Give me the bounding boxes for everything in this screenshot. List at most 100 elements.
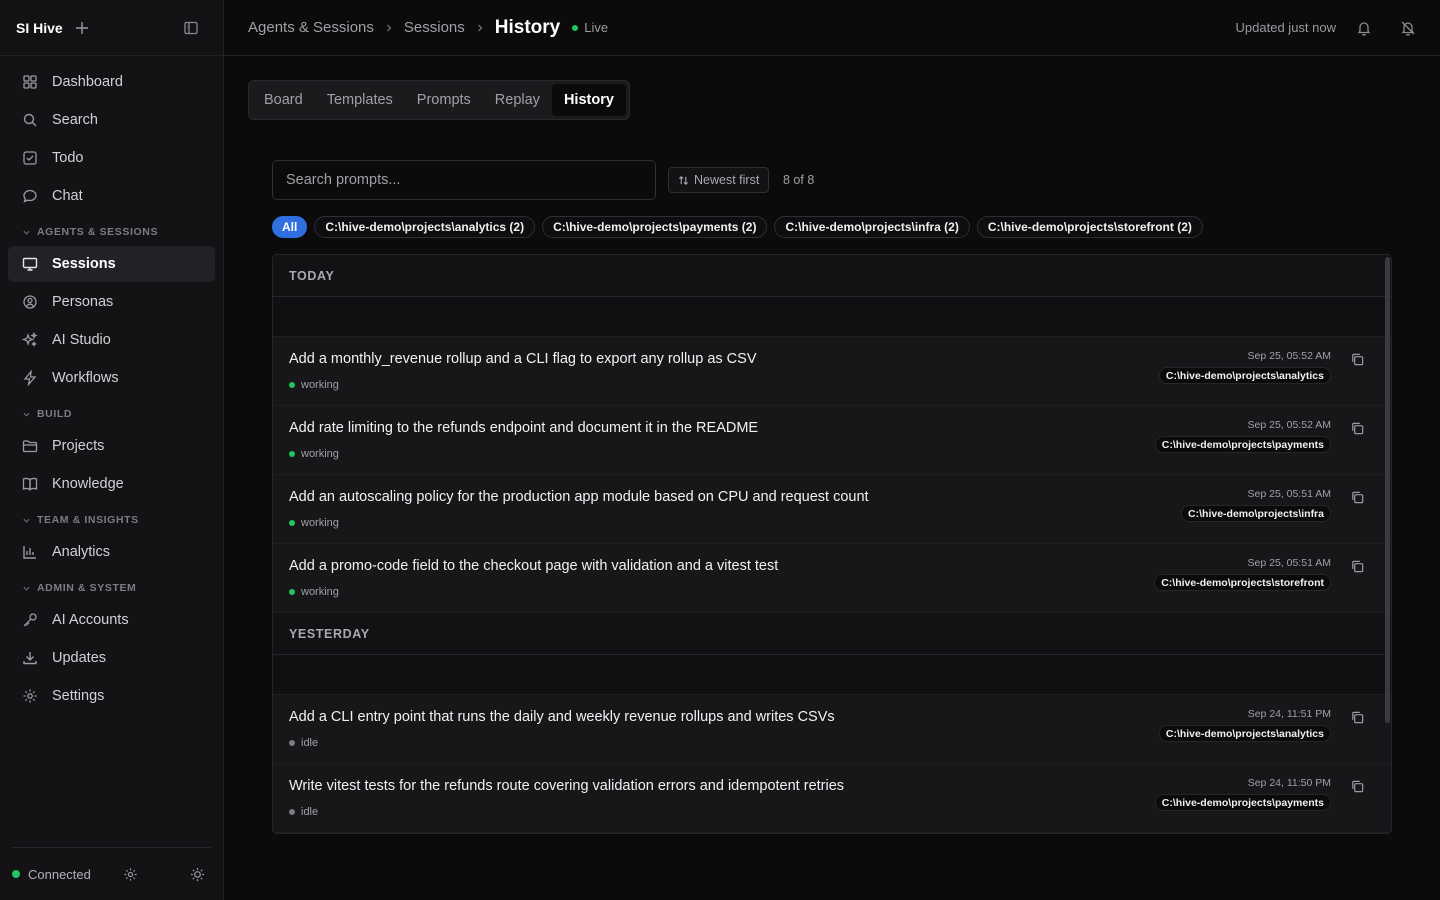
status-indicator: idle	[289, 806, 318, 818]
connection-status-dot	[12, 870, 20, 878]
sidebar-item-dashboard[interactable]: Dashboard	[8, 64, 215, 100]
history-row[interactable]: Add a promo-code field to the checkout p…	[273, 544, 1391, 613]
status-label: idle	[301, 806, 319, 818]
timestamp: Sep 25, 05:52 AM	[1247, 419, 1331, 431]
plus-icon[interactable]	[75, 21, 89, 35]
settings-gear-icon[interactable]	[123, 867, 138, 882]
filter-chip-project[interactable]: C:\hive-demo\projects\infra (2)	[774, 216, 970, 238]
topbar: Agents & Sessions Sessions History Live …	[224, 0, 1440, 56]
sort-icon	[678, 175, 689, 186]
history-row[interactable]: Add an autoscaling policy for the produc…	[273, 475, 1391, 544]
sidebar-item-label: AI Accounts	[52, 612, 129, 628]
timestamp: Sep 24, 11:50 PM	[1247, 777, 1331, 789]
copy-icon[interactable]	[1350, 490, 1365, 505]
search-input[interactable]	[272, 160, 656, 200]
sidebar-item-knowledge[interactable]: Knowledge	[8, 466, 215, 502]
status-label: working	[301, 379, 339, 391]
status-label: working	[301, 517, 339, 529]
sidebar-item-label: Settings	[52, 688, 105, 704]
scrollbar[interactable]	[1385, 257, 1390, 723]
sidebar-item-settings[interactable]: Settings	[8, 678, 215, 714]
filter-chip-all[interactable]: All	[272, 216, 308, 238]
section-team-insights[interactable]: TEAM & INSIGHTS	[8, 506, 215, 534]
sidebar-item-sessions[interactable]: Sessions	[8, 246, 215, 282]
sidebar-item-label: Personas	[52, 294, 114, 310]
section-build[interactable]: BUILD	[8, 400, 215, 428]
breadcrumb-agents-sessions[interactable]: Agents & Sessions	[248, 19, 374, 36]
bar-chart-icon	[22, 544, 38, 560]
sidebar-item-workflows[interactable]: Workflows	[8, 360, 215, 396]
status-dot	[289, 520, 295, 526]
tab-history[interactable]: History	[551, 84, 626, 116]
bell-icon[interactable]	[1356, 20, 1372, 36]
tab-replay[interactable]: Replay	[483, 84, 552, 116]
chevron-down-icon	[22, 228, 31, 237]
sidebar-item-updates[interactable]: Updates	[8, 640, 215, 676]
filter-chip-project[interactable]: C:\hive-demo\projects\payments (2)	[542, 216, 768, 238]
history-row[interactable]: Write vitest tests for the refunds route…	[273, 764, 1391, 833]
history-row[interactable]: Add a CLI entry point that runs the dail…	[273, 695, 1391, 764]
bell-off-icon[interactable]	[1400, 20, 1416, 36]
sidebar-item-personas[interactable]: Personas	[8, 284, 215, 320]
filter-chip-project[interactable]: C:\hive-demo\projects\analytics (2)	[314, 216, 536, 238]
copy-icon[interactable]	[1350, 779, 1365, 794]
tab-prompts[interactable]: Prompts	[405, 84, 483, 116]
book-icon	[22, 476, 38, 492]
theme-toggle-icon[interactable]	[190, 867, 205, 882]
sidebar-item-label: Dashboard	[52, 74, 123, 90]
sidebar-item-label: Workflows	[52, 370, 119, 386]
history-list: TODAY Add a monthly_revenue rollup and a …	[272, 254, 1392, 834]
sidebar-item-todo[interactable]: Todo	[8, 140, 215, 176]
history-row[interactable]: Add a monthly_revenue rollup and a CLI f…	[273, 337, 1391, 406]
tab-board[interactable]: Board	[252, 84, 315, 116]
copy-icon[interactable]	[1350, 421, 1365, 436]
sidebar-item-analytics[interactable]: Analytics	[8, 534, 215, 570]
prompt-title: Write vitest tests for the refunds route…	[289, 778, 845, 794]
project-path-badge: C:\hive-demo\projects\analytics	[1158, 367, 1331, 384]
sort-button[interactable]: Newest first	[668, 167, 770, 193]
breadcrumb-sessions[interactable]: Sessions	[404, 19, 465, 36]
copy-icon[interactable]	[1350, 710, 1365, 725]
sidebar-item-label: Analytics	[52, 544, 111, 560]
sidebar-item-ai-accounts[interactable]: AI Accounts	[8, 602, 215, 638]
brand-row: SI Hive	[0, 0, 223, 56]
status-dot	[289, 451, 295, 457]
project-path-badge: C:\hive-demo\projects\infra	[1181, 505, 1331, 522]
status-indicator: idle	[289, 737, 318, 749]
copy-icon[interactable]	[1350, 352, 1365, 367]
sparkles-icon	[22, 332, 38, 348]
persona-icon	[22, 294, 38, 310]
project-path-badge: C:\hive-demo\projects\analytics	[1158, 725, 1331, 742]
sidebar-nav: Dashboard Search Todo Chat AGENTS & SESSIONS…	[0, 56, 223, 714]
status-dot	[289, 382, 295, 388]
folder-icon	[22, 438, 38, 454]
result-count: 8 of 8	[783, 173, 815, 187]
section-agents-sessions[interactable]: AGENTS & SESSIONS	[8, 218, 215, 246]
sidebar-collapse-icon[interactable]	[183, 20, 199, 36]
tab-templates[interactable]: Templates	[315, 84, 405, 116]
status-indicator: working	[289, 448, 339, 460]
sidebar-item-label: Sessions	[52, 256, 116, 272]
group-header: TODAY	[273, 255, 1391, 297]
group-spacer	[273, 655, 1391, 695]
dashboard-icon	[22, 74, 38, 90]
sidebar-item-chat[interactable]: Chat	[8, 178, 215, 214]
sidebar-item-search[interactable]: Search	[8, 102, 215, 138]
copy-icon[interactable]	[1350, 559, 1365, 574]
download-icon	[22, 650, 38, 666]
chevron-right-icon	[475, 23, 485, 33]
filter-chip-project[interactable]: C:\hive-demo\projects\storefront (2)	[976, 216, 1203, 238]
sidebar-item-label: Todo	[52, 150, 84, 166]
project-path-badge: C:\hive-demo\projects\payments	[1154, 436, 1331, 453]
live-label: Live	[584, 20, 609, 35]
history-row[interactable]: Add rate limiting to the refunds endpoin…	[273, 406, 1391, 475]
timestamp: Sep 24, 11:51 PM	[1247, 708, 1331, 720]
sidebar-item-ai-studio[interactable]: AI Studio	[8, 322, 215, 358]
status-label: working	[301, 448, 339, 460]
section-label: TEAM & INSIGHTS	[37, 514, 139, 526]
section-admin-system[interactable]: ADMIN & SYSTEM	[8, 574, 215, 602]
live-indicator-dot	[572, 24, 579, 31]
sidebar-item-projects[interactable]: Projects	[8, 428, 215, 464]
app-title: SI Hive	[16, 19, 63, 36]
project-filter-chips: All C:\hive-demo\projects\analytics (2) C:…	[272, 216, 1203, 238]
